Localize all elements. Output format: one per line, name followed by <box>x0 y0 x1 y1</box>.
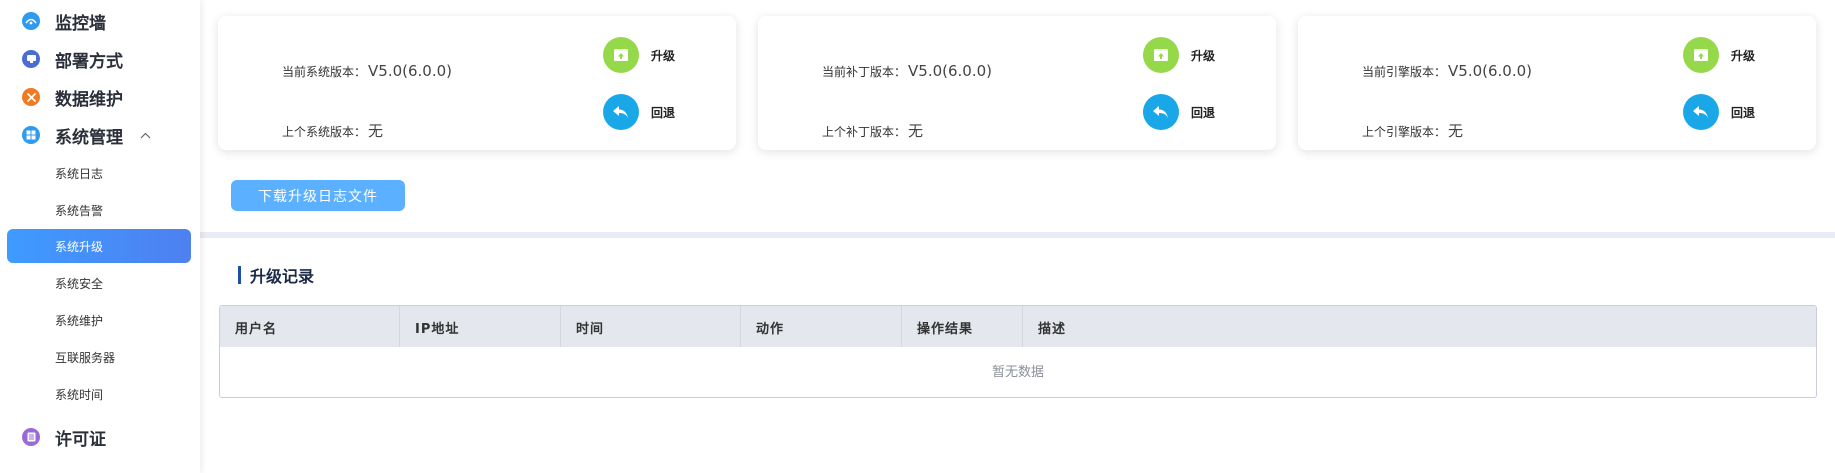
rollback-label: 回退 <box>651 106 676 120</box>
rollback-button[interactable]: 回退 <box>1143 94 1233 130</box>
sub-item-label: 互联服务器 <box>55 351 116 365</box>
previous-version-row: 上个补丁版本：无 <box>822 120 923 141</box>
rollback-label: 回退 <box>1731 106 1756 120</box>
deploy-icon <box>22 50 40 68</box>
current-version-label: 当前引擎版本： <box>1362 65 1447 79</box>
menu-label: 部署方式 <box>55 51 123 72</box>
current-version-label: 当前系统版本： <box>282 65 367 79</box>
menu-label: 监控墙 <box>55 13 106 34</box>
rollback-button[interactable]: 回退 <box>603 94 693 130</box>
patch-version-card: 当前补丁版本： V5.0(6.0.0) 上个补丁版本：无 升级 回退 <box>758 16 1276 150</box>
chevron-up-icon <box>140 129 151 142</box>
menu-item-deploy[interactable]: 部署方式 <box>0 48 200 72</box>
sidebar-item-system-upgrade[interactable]: 系统升级 <box>7 229 191 263</box>
monitor-wall-icon <box>22 12 40 30</box>
windows-icon <box>22 126 40 144</box>
menu-label: 数据维护 <box>55 89 123 110</box>
table-header: 用户名 IP地址 时间 动作 操作结果 描述 <box>220 306 1816 347</box>
sub-item-label: 系统告警 <box>55 204 104 218</box>
system-version-card: 当前系统版本： V5.0(6.0.0) 上个系统版本：无 升级 回退 <box>218 16 736 150</box>
tools-icon <box>22 88 40 106</box>
column-header-username[interactable]: 用户名 <box>220 306 400 347</box>
rollback-button[interactable]: 回退 <box>1683 94 1773 130</box>
menu-item-monitor-wall[interactable]: 监控墙 <box>0 10 200 34</box>
current-version-value: V5.0(6.0.0) <box>908 62 993 80</box>
undo-icon <box>1683 94 1719 130</box>
upgrade-label: 升级 <box>1731 49 1756 63</box>
upgrade-icon <box>603 37 639 73</box>
sub-item-label: 系统升级 <box>55 240 104 254</box>
main-content: 当前系统版本： V5.0(6.0.0) 上个系统版本：无 升级 回退 当前补丁版… <box>200 0 1835 473</box>
current-version-row: 当前系统版本： V5.0(6.0.0) <box>282 62 452 80</box>
upgrade-records-table: 用户名 IP地址 时间 动作 操作结果 描述 暂无数据 <box>219 305 1817 398</box>
undo-icon <box>603 94 639 130</box>
current-version-value: V5.0(6.0.0) <box>368 62 453 80</box>
upgrade-icon <box>1683 37 1719 73</box>
sidebar: 监控墙 部署方式 数据维护 系统管理 系统日志 系统告警 系统升级 系统安全 系… <box>0 0 200 473</box>
license-icon <box>22 428 40 446</box>
previous-version-label: 上个系统版本： <box>282 125 367 139</box>
engine-version-card: 当前引擎版本： V5.0(6.0.0) 上个引擎版本：无 升级 回退 <box>1298 16 1816 150</box>
sub-item-label: 系统时间 <box>55 388 104 402</box>
current-version-row: 当前补丁版本： V5.0(6.0.0) <box>822 62 992 80</box>
sidebar-item-system-log[interactable]: 系统日志 <box>7 156 191 190</box>
menu-item-data-maintenance[interactable]: 数据维护 <box>0 86 200 110</box>
column-header-description[interactable]: 描述 <box>1023 306 1816 347</box>
current-version-value: V5.0(6.0.0) <box>1448 62 1533 80</box>
menu-item-license[interactable]: 许可证 <box>0 426 200 450</box>
previous-version-row: 上个系统版本：无 <box>282 120 383 141</box>
menu-label: 许可证 <box>55 429 106 450</box>
app: 监控墙 部署方式 数据维护 系统管理 系统日志 系统告警 系统升级 系统安全 系… <box>0 0 1835 473</box>
rollback-label: 回退 <box>1191 106 1216 120</box>
upgrade-records-title: 升级记录 <box>238 265 315 286</box>
column-header-result[interactable]: 操作结果 <box>902 306 1023 347</box>
column-header-ip[interactable]: IP地址 <box>400 306 561 347</box>
sidebar-item-interconnect-server[interactable]: 互联服务器 <box>7 340 191 374</box>
column-header-label: 描述 <box>1038 322 1067 337</box>
sidebar-item-system-alarm[interactable]: 系统告警 <box>7 193 191 227</box>
previous-version-value: 无 <box>908 122 924 140</box>
previous-version-label: 上个补丁版本： <box>822 125 907 139</box>
previous-version-value: 无 <box>368 122 384 140</box>
previous-version-value: 无 <box>1448 122 1464 140</box>
section-divider <box>200 232 1835 238</box>
sidebar-item-system-time[interactable]: 系统时间 <box>7 377 191 411</box>
upgrade-button[interactable]: 升级 <box>1683 37 1773 73</box>
column-header-time[interactable]: 时间 <box>561 306 741 347</box>
previous-version-row: 上个引擎版本：无 <box>1362 120 1463 141</box>
download-upgrade-log-button[interactable]: 下载升级日志文件 <box>231 180 405 211</box>
column-header-action[interactable]: 动作 <box>741 306 902 347</box>
sub-item-label: 系统安全 <box>55 277 104 291</box>
menu-item-system-management[interactable]: 系统管理 <box>0 124 200 148</box>
upgrade-button[interactable]: 升级 <box>1143 37 1233 73</box>
undo-icon <box>1143 94 1179 130</box>
menu-label: 系统管理 <box>55 127 123 148</box>
current-version-label: 当前补丁版本： <box>822 65 907 79</box>
upgrade-label: 升级 <box>1191 49 1216 63</box>
upgrade-button[interactable]: 升级 <box>603 37 693 73</box>
current-version-row: 当前引擎版本： V5.0(6.0.0) <box>1362 62 1532 80</box>
column-header-label: 操作结果 <box>917 322 974 337</box>
column-header-label: 时间 <box>576 322 605 337</box>
column-header-label: IP地址 <box>415 322 460 337</box>
previous-version-label: 上个引擎版本： <box>1362 125 1447 139</box>
sub-item-label: 系统维护 <box>55 314 104 328</box>
sub-item-label: 系统日志 <box>55 167 104 181</box>
upgrade-label: 升级 <box>651 49 676 63</box>
section-title-text: 升级记录 <box>250 267 315 286</box>
column-header-label: 用户名 <box>235 322 278 337</box>
empty-table-message: 暂无数据 <box>991 365 1044 380</box>
title-accent-bar <box>238 266 241 284</box>
sidebar-item-system-maintenance[interactable]: 系统维护 <box>7 303 191 337</box>
version-section: 当前系统版本： V5.0(6.0.0) 上个系统版本：无 升级 回退 当前补丁版… <box>200 0 1835 232</box>
column-header-label: 动作 <box>756 322 785 337</box>
upgrade-icon <box>1143 37 1179 73</box>
sidebar-item-system-security[interactable]: 系统安全 <box>7 266 191 300</box>
